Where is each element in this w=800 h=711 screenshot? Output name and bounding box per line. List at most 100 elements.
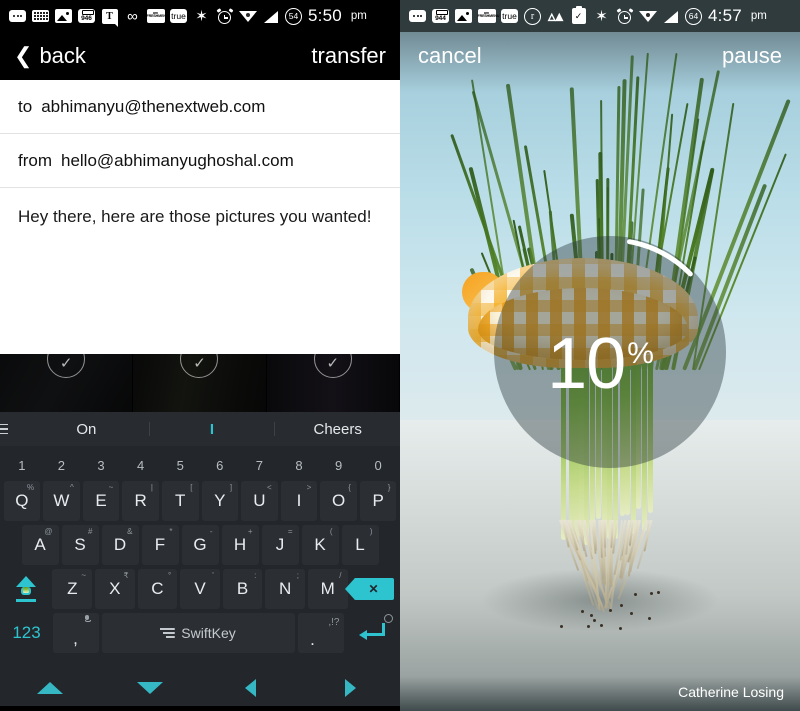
- key-label: Q: [15, 491, 28, 511]
- key-secondary-label: ]: [230, 483, 232, 492]
- dual-phone-screenshot: 946 T ∞ am FRESHMENU true ✶ 54 5:50 pm ❮ …: [0, 0, 800, 711]
- swiftkey-keyboard: 1 2 3 4 5 6 7 8 9 0 % Q ^ W ~ E | R [T ] Y < U…: [0, 446, 400, 670]
- key-u[interactable]: < U: [241, 481, 278, 521]
- photo-gallery-icon: [55, 8, 72, 25]
- nav-arrow-right[interactable]: [300, 679, 400, 697]
- key-f[interactable]: * F: [142, 525, 179, 565]
- key-label: D: [114, 535, 126, 555]
- photo-thumbnail[interactable]: ✓: [133, 354, 266, 412]
- number-key[interactable]: 9: [319, 458, 359, 473]
- key-q[interactable]: % Q: [4, 481, 41, 521]
- tumblr-icon: T: [101, 8, 118, 25]
- photo-selected-check-icon[interactable]: ✓: [180, 354, 218, 378]
- number-key[interactable]: 1: [2, 458, 42, 473]
- hamburger-menu-icon[interactable]: [0, 424, 24, 435]
- back-button[interactable]: ❮ back: [14, 43, 86, 69]
- key-label: F: [155, 535, 165, 555]
- suggestion-middle[interactable]: I: [150, 421, 275, 438]
- number-key[interactable]: 5: [160, 458, 200, 473]
- key-label: H: [234, 535, 246, 555]
- key-e[interactable]: ~ E: [83, 481, 120, 521]
- left-status-bar: 946 T ∞ am FRESHMENU true ✶ 54 5:50 pm: [0, 0, 400, 32]
- key-y[interactable]: ] Y: [202, 481, 239, 521]
- period-key[interactable]: ,!? .: [298, 613, 344, 653]
- key-z[interactable]: ~ Z: [52, 569, 92, 609]
- number-key[interactable]: 6: [200, 458, 240, 473]
- key-h[interactable]: + H: [222, 525, 259, 565]
- microphone-icon[interactable]: [85, 615, 90, 624]
- to-field[interactable]: to abhimanyu@thenextweb.com: [0, 80, 400, 134]
- comma-key[interactable]: ,: [53, 613, 99, 653]
- keyboard-row-3: ~ Z ₹ X ° C ' V :B ; N / M ✕: [2, 567, 398, 611]
- number-key[interactable]: 3: [81, 458, 121, 473]
- nav-arrow-left[interactable]: [200, 679, 300, 697]
- photo-selected-check-icon[interactable]: ✓: [47, 354, 85, 378]
- suggestion-right[interactable]: Cheers: [275, 421, 400, 438]
- key-t[interactable]: [T: [162, 481, 199, 521]
- key-j[interactable]: = J: [262, 525, 299, 565]
- key-d[interactable]: & D: [102, 525, 139, 565]
- progress-value: 10: [547, 324, 625, 404]
- key-l[interactable]: ) L: [342, 525, 379, 565]
- from-field-value: hello@abhimanyughoshal.com: [61, 151, 294, 171]
- number-key[interactable]: 2: [42, 458, 82, 473]
- camera-944-icon: 944: [432, 8, 449, 25]
- nav-arrow-up[interactable]: [0, 682, 100, 694]
- key-label: M: [321, 579, 335, 599]
- key-secondary-label: -: [210, 527, 213, 536]
- left-phone-screen: 946 T ∞ am FRESHMENU true ✶ 54 5:50 pm ❮ …: [0, 0, 400, 711]
- key-label: Y: [214, 491, 225, 511]
- key-secondary-label: [: [190, 483, 192, 492]
- key-label: T: [175, 491, 185, 511]
- key-p[interactable]: } P: [360, 481, 397, 521]
- key-secondary-label: °: [168, 571, 171, 580]
- key-label: B: [237, 579, 248, 599]
- key-g[interactable]: -G: [182, 525, 219, 565]
- number-key[interactable]: 0: [358, 458, 398, 473]
- progress-unit: %: [627, 337, 653, 370]
- suggestion-left[interactable]: On: [24, 421, 149, 438]
- key-label: A: [34, 535, 45, 555]
- pause-button[interactable]: pause: [722, 43, 782, 69]
- photo-gallery-icon: [455, 8, 472, 25]
- transfer-button[interactable]: transfer: [311, 43, 386, 69]
- key-r[interactable]: | R: [122, 481, 159, 521]
- enter-key[interactable]: [347, 613, 397, 653]
- key-n[interactable]: ; N: [265, 569, 305, 609]
- photo-thumbnail[interactable]: ✓: [0, 354, 133, 412]
- camera-946-icon: 946: [78, 8, 95, 25]
- nav-arrow-down[interactable]: [100, 682, 200, 694]
- space-key[interactable]: SwiftKey: [102, 613, 295, 653]
- key-b[interactable]: :B: [223, 569, 263, 609]
- numeric-mode-key[interactable]: 123: [4, 613, 50, 653]
- battery-level: 64: [685, 8, 702, 25]
- key-c[interactable]: ° C: [138, 569, 178, 609]
- key-x[interactable]: ₹ X: [95, 569, 135, 609]
- key-m[interactable]: / M: [308, 569, 348, 609]
- key-v[interactable]: ' V: [180, 569, 220, 609]
- left-app-bar: ❮ back transfer: [0, 32, 400, 80]
- number-key[interactable]: 4: [121, 458, 161, 473]
- photo-selected-check-icon[interactable]: ✓: [314, 354, 352, 378]
- photo-thumbnail[interactable]: ✓: [267, 354, 400, 412]
- key-i[interactable]: > I: [281, 481, 318, 521]
- smiley-icon[interactable]: [384, 614, 393, 623]
- number-key[interactable]: 7: [240, 458, 280, 473]
- back-button-label: back: [39, 43, 85, 69]
- number-key[interactable]: 8: [279, 458, 319, 473]
- backspace-key[interactable]: ✕: [351, 569, 397, 609]
- key-w[interactable]: ^ W: [43, 481, 80, 521]
- arrow-down-icon: [137, 682, 163, 694]
- key-secondary-label: >: [307, 483, 312, 492]
- shift-key[interactable]: [3, 569, 49, 609]
- right-app-bar: cancel pause: [400, 32, 800, 80]
- backspace-key-icon: ✕: [354, 578, 394, 600]
- message-body-field[interactable]: Hey there, here are those pictures you w…: [0, 188, 400, 229]
- cancel-button[interactable]: cancel: [418, 43, 482, 69]
- from-field[interactable]: from hello@abhimanyughoshal.com: [0, 134, 400, 188]
- enter-key-icon: [359, 623, 385, 643]
- key-o[interactable]: {O: [320, 481, 357, 521]
- key-s[interactable]: # S: [62, 525, 99, 565]
- key-k[interactable]: (K: [302, 525, 339, 565]
- key-a[interactable]: @ A: [22, 525, 59, 565]
